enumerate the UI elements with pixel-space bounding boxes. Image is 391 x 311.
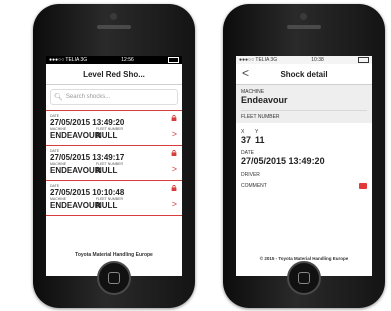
shock-date: 27/05/2015 10:10:48 bbox=[50, 188, 125, 197]
fleet-value: NULL bbox=[96, 201, 118, 210]
battery-icon bbox=[357, 57, 369, 63]
shock-date: 27/05/2015 13:49:20 bbox=[50, 118, 125, 127]
machine-section: MACHINE Endeavour FLEET NUMBER bbox=[236, 85, 372, 123]
date-value: 27/05/2015 13:49:20 bbox=[241, 156, 325, 166]
back-chevron-icon[interactable]: < bbox=[242, 66, 249, 80]
search-icon: 🔍︎ bbox=[54, 94, 63, 101]
machine-value: ENDEAVOUR bbox=[50, 166, 101, 175]
machine-value: Endeavour bbox=[241, 95, 288, 105]
camera bbox=[110, 13, 117, 20]
status-bar: ●●●○○ TELIA 3G 10:38 bbox=[236, 56, 372, 64]
driver-label: DRIVER bbox=[241, 172, 260, 178]
machine-value: ENDEAVOUR bbox=[50, 201, 101, 210]
carrier: TELIA bbox=[255, 57, 270, 63]
list-item[interactable]: DATE 27/05/2015 10:10:48 MACHINE FLEET NU… bbox=[46, 180, 182, 215]
comment-flag-icon[interactable] bbox=[359, 183, 367, 189]
shock-date: 27/05/2015 13:49:17 bbox=[50, 153, 125, 162]
network: 3G bbox=[270, 57, 278, 63]
nav-bar: Level Red Sho... bbox=[46, 64, 182, 85]
camera bbox=[300, 13, 307, 20]
lock-icon bbox=[171, 185, 177, 191]
status-bar: ●●●○○ TELIA 3G 12:56 bbox=[46, 56, 182, 64]
page-title: Level Red Sho... bbox=[83, 69, 145, 79]
search-placeholder: Search shocks... bbox=[65, 94, 111, 100]
comment-label: COMMENT bbox=[241, 183, 267, 189]
home-button[interactable] bbox=[287, 261, 321, 295]
footer: Toyota Material Handling Europe bbox=[75, 252, 153, 258]
y-value: 11 bbox=[255, 135, 265, 145]
lock-icon bbox=[171, 150, 177, 156]
nav-bar: < Shock detail bbox=[236, 64, 372, 85]
fleet-value: NULL bbox=[96, 166, 118, 175]
status-time: 12:56 bbox=[121, 57, 134, 63]
chevron-right-icon[interactable]: > bbox=[172, 129, 177, 139]
fleet-value: NULL bbox=[96, 131, 118, 140]
speaker bbox=[287, 25, 321, 29]
page-title: Shock detail bbox=[280, 69, 328, 79]
speaker bbox=[97, 25, 131, 29]
machine-value: ENDEAVOUR bbox=[50, 131, 101, 140]
shock-list: DATE 27/05/2015 13:49:20 MACHINE FLEET NU… bbox=[46, 110, 182, 216]
lock-icon bbox=[171, 115, 177, 121]
phone-right: ●●●○○ TELIA 3G 10:38 < Shock detail MACH… bbox=[223, 4, 385, 308]
phone-left: ●●●○○ TELIA 3G 12:56 Level Red Sho... 🔍︎… bbox=[33, 4, 195, 308]
chevron-right-icon[interactable]: > bbox=[172, 164, 177, 174]
shock-detail-screen: ●●●○○ TELIA 3G 10:38 < Shock detail MACH… bbox=[236, 56, 372, 276]
network: 3G bbox=[80, 57, 88, 63]
shock-details: X Y 37 11 DATE 27/05/2015 13:49:20 DRIVE… bbox=[236, 123, 372, 189]
shock-list-screen: ●●●○○ TELIA 3G 12:56 Level Red Sho... 🔍︎… bbox=[46, 56, 182, 276]
list-item[interactable]: DATE 27/05/2015 13:49:17 MACHINE FLEET NU… bbox=[46, 145, 182, 180]
fleet-label: FLEET NUMBER bbox=[241, 110, 367, 120]
chevron-right-icon[interactable]: > bbox=[172, 199, 177, 209]
status-time: 10:38 bbox=[311, 57, 324, 63]
carrier: TELIA bbox=[65, 57, 80, 63]
search-input[interactable]: 🔍︎ Search shocks... bbox=[50, 89, 178, 105]
list-item[interactable]: DATE 27/05/2015 13:49:20 MACHINE FLEET NU… bbox=[46, 110, 182, 145]
battery-icon bbox=[167, 57, 179, 63]
x-value: 37 bbox=[241, 135, 252, 145]
home-button[interactable] bbox=[97, 261, 131, 295]
